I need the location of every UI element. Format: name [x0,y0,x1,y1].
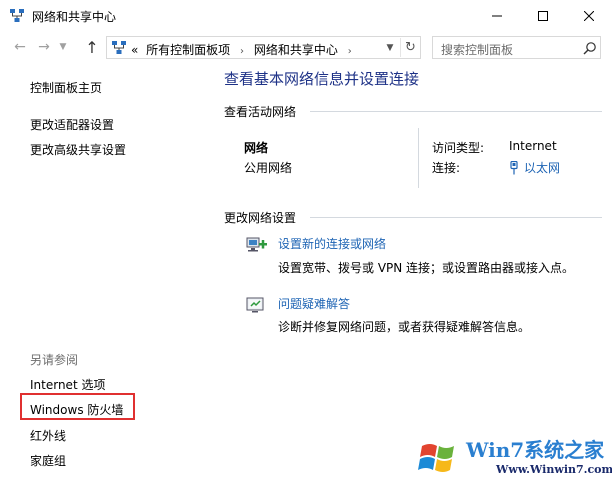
breadcrumb-item-all-control-panel[interactable]: 所有控制面板项 [146,41,230,58]
navigation-bar: ← → ▼ ↑ « 所有控制面板项 › 网络和共享中心 › ▼ ↻ 搜索控制面板 [0,31,612,63]
minimize-button[interactable] [474,0,520,31]
change-advanced-sharing-link[interactable]: 更改高级共享设置 [30,141,126,158]
homegroup-link[interactable]: 家庭组 [30,452,66,469]
ethernet-label[interactable]: 以太网 [524,159,560,176]
recent-locations-button[interactable]: ▼ [56,37,70,57]
windows-logo-icon [418,444,454,472]
arrow-right-icon: → [38,39,50,55]
breadcrumb-overflow[interactable]: « [131,43,138,57]
maximize-button[interactable] [520,0,566,31]
arrow-up-icon: ↑ [85,37,99,57]
left-pane: 控制面板主页 更改适配器设置 更改高级共享设置 另请参阅 Internet 选项… [0,63,210,486]
back-button[interactable]: ← [10,37,30,57]
vertical-divider [418,128,419,188]
new-connection-icon [246,237,267,252]
forward-button[interactable]: → [34,37,54,57]
refresh-icon: ↻ [405,40,416,55]
chevron-down-icon: ▼ [386,42,394,53]
internet-options-link[interactable]: Internet 选项 [30,376,105,393]
active-networks-header: 查看活动网络 [224,105,297,119]
arrow-left-icon: ← [14,39,26,55]
access-type-value: Internet [509,139,557,153]
section-divider [310,217,602,218]
close-icon [584,10,594,21]
chevron-down-icon: ▼ [59,42,67,52]
chevron-right-icon[interactable]: › [348,46,352,57]
see-also-header: 另请参阅 [30,353,79,367]
search-icon[interactable] [583,41,597,55]
setup-new-connection-link[interactable]: 设置新的连接或网络 [278,235,386,252]
search-box[interactable]: 搜索控制面板 [432,36,601,59]
title-bar: 网络和共享中心 [0,0,612,31]
chevron-right-icon[interactable]: › [240,46,244,57]
change-adapter-settings-link[interactable]: 更改适配器设置 [30,116,114,133]
network-center-icon [112,41,126,54]
window-title: 网络和共享中心 [32,10,117,24]
network-type-link[interactable]: 公用网络 [244,159,292,176]
main-pane: 查看基本网络信息并设置连接 查看活动网络 网络 公用网络 访问类型: Inter… [210,63,612,486]
breadcrumb-item-network-center[interactable]: 网络和共享中心 [254,41,338,58]
address-history-button[interactable]: ▼ [382,39,398,56]
maximize-icon [538,10,548,21]
up-button[interactable]: ↑ [82,37,102,57]
refresh-button[interactable]: ↻ [400,38,420,57]
change-settings-header: 更改网络设置 [224,211,297,225]
troubleshoot-link[interactable]: 问题疑难解答 [278,295,350,312]
watermark-url: Www.Winwin7.com [496,463,612,476]
watermark: Win7系统之家 Www.Winwin7.com [410,430,612,484]
connections-label: 连接: [432,161,461,175]
search-input[interactable]: 搜索控制面板 [441,41,513,58]
highlight-box [20,393,135,420]
network-center-icon [10,9,24,22]
breadcrumb: « 所有控制面板项 › 网络和共享中心 › [131,41,358,58]
setup-new-connection-desc: 设置宽带、拨号或 VPN 连接；或设置路由器或接入点。 [278,261,575,275]
troubleshoot-icon [246,297,264,313]
access-type-label: 访问类型: [432,141,485,155]
ethernet-connection-link[interactable]: 以太网 [509,159,560,176]
section-divider [310,111,602,112]
ethernet-icon [510,160,518,174]
infrared-link[interactable]: 红外线 [30,427,66,444]
close-button[interactable] [566,0,612,31]
minimize-icon [492,15,502,16]
control-panel-home-link[interactable]: 控制面板主页 [30,79,102,96]
watermark-logo-text: Win7系统之家 [466,438,605,462]
page-title: 查看基本网络信息并设置连接 [224,70,420,88]
address-bar[interactable]: « 所有控制面板项 › 网络和共享中心 › ▼ ↻ [106,36,421,59]
network-name: 网络 [244,141,269,155]
troubleshoot-desc: 诊断并修复网络问题，或者获得疑难解答信息。 [278,320,531,334]
